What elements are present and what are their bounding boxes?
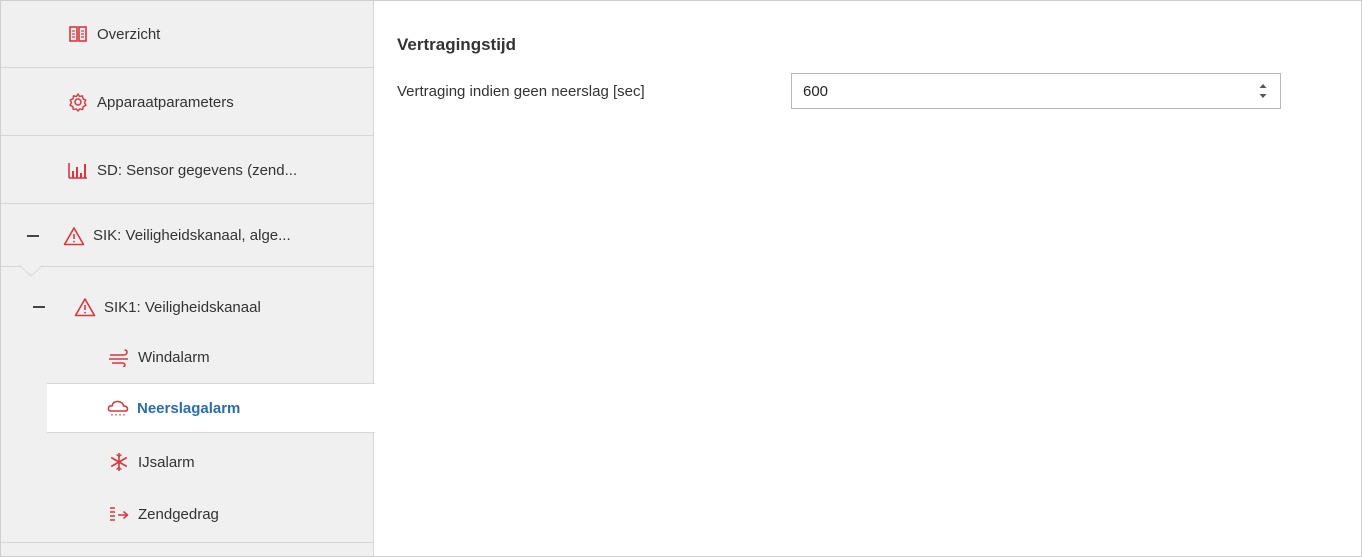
collapse-icon[interactable] [27,235,39,237]
section-title: Vertragingstijd [397,35,517,54]
sidebar-item-label: Apparaatparameters [97,93,234,111]
sidebar-item-zendgedrag[interactable]: Zendgedrag [1,487,373,543]
delay-field-label: Vertraging indien geen neerslag [sec] [397,83,645,100]
spin-arrows-icon[interactable] [1258,81,1268,101]
sidebar-item-sik[interactable]: SIK: Veiligheidskanaal, alge... [1,205,373,267]
sidebar-item-apparaatparameters[interactable]: Apparaatparameters [1,69,373,136]
sidebar-item-ijsalarm[interactable]: IJsalarm [1,437,373,487]
sidebar-item-windalarm[interactable]: Windalarm [1,333,373,382]
sidebar-item-overzicht[interactable]: Overzicht [1,1,373,68]
sidebar: Overzicht Apparaatparameters SD: Sensor … [1,1,375,556]
app-window: Overzicht Apparaatparameters SD: Sensor … [0,0,1362,557]
collapse-icon[interactable] [33,306,45,308]
delay-input[interactable] [792,74,1253,108]
sidebar-item-neerslagalarm[interactable]: Neerslagalarm [47,383,375,433]
sidebar-item-label: SD: Sensor gegevens (zend... [97,161,298,179]
rain-cloud-icon [107,397,129,419]
sidebar-item-label: Windalarm [138,349,210,366]
sidebar-item-label: SIK1: Veiligheidskanaal [104,298,261,316]
send-icon [108,504,130,526]
sidebar-item-label: Neerslagalarm [137,399,241,417]
warning-icon [63,225,85,247]
wind-icon [108,347,130,369]
expand-notch [19,265,43,277]
sidebar-item-label: Zendgedrag [138,506,219,523]
sidebar-item-label: SIK: Veiligheidskanaal, alge... [93,227,291,244]
sidebar-item-label: Overzicht [97,25,161,43]
gear-icon [67,91,89,113]
main-panel: Vertragingstijd Vertraging indien geen n… [374,1,1361,556]
sidebar-item-sensor-gegevens[interactable]: SD: Sensor gegevens (zend... [1,137,373,204]
sidebar-item-label: IJsalarm [138,453,195,471]
bar-chart-icon [67,159,89,181]
snowflake-icon [108,451,130,473]
sidebar-item-sik1[interactable]: SIK1: Veiligheidskanaal [1,281,373,333]
warning-icon [74,296,96,318]
delay-spinbox[interactable] [791,73,1281,109]
book-icon [67,23,89,45]
